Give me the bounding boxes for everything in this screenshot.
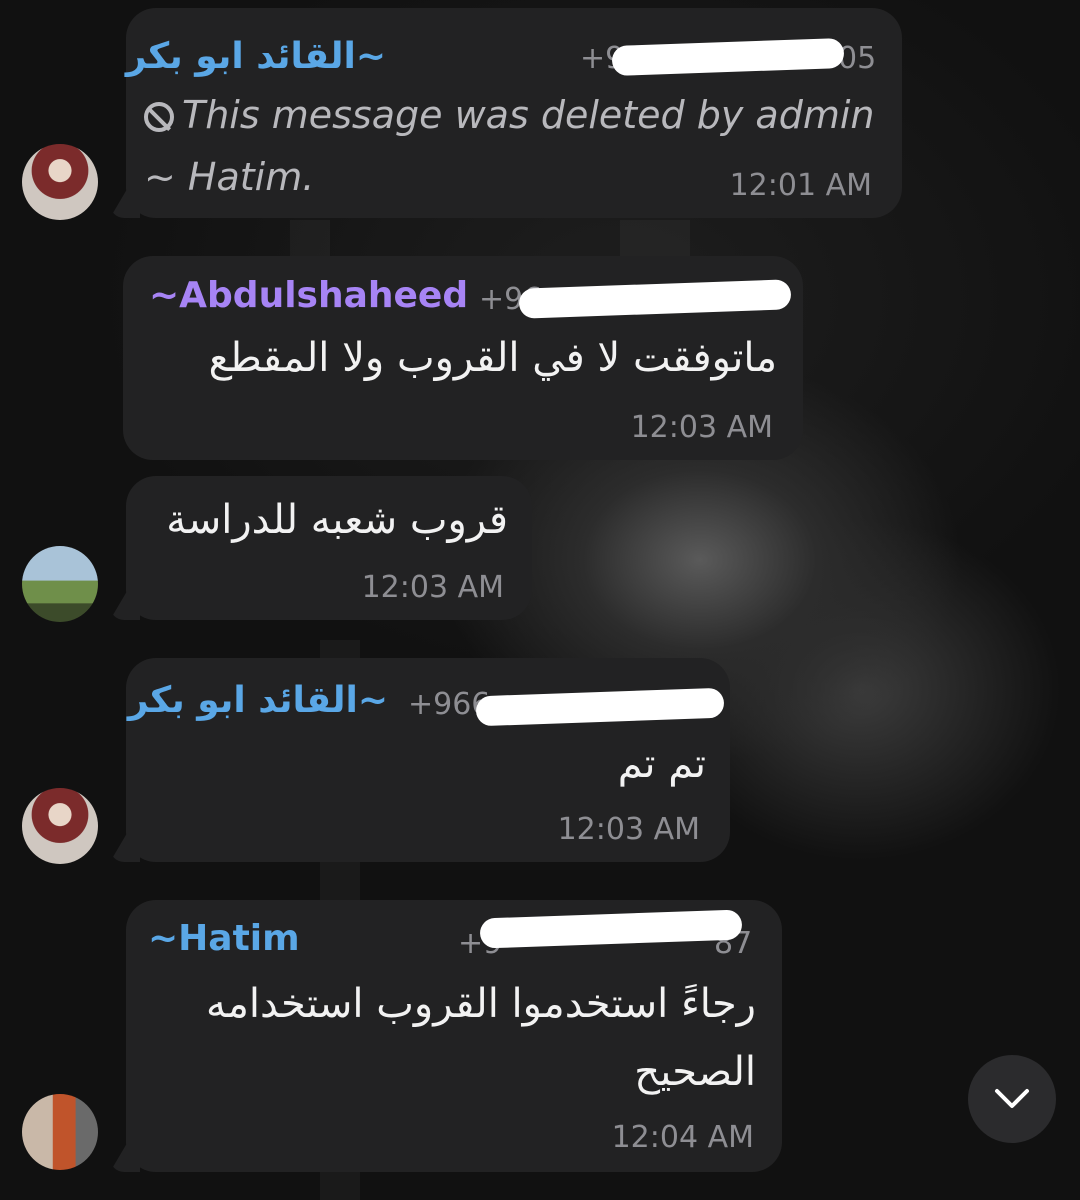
message-bubble[interactable]: ~القائد ابو بكر +966 تم تم 12:03 AM [110,658,730,862]
deleted-by: ~ Hatim. [144,155,315,199]
avatar[interactable] [22,1094,98,1170]
sender-name[interactable]: ~القائد ابو بكر [128,680,388,721]
message-bubble[interactable]: ~Abdulshaheed +96 ماتوفقت لا في القروب و… [123,256,803,460]
message-bubble[interactable]: ~Hatim +9 87 رجاءً استخدموا القروب استخد… [110,900,782,1172]
sender-name[interactable]: ~Hatim [148,918,300,959]
chat-view: ~القائد ابو بكر +96 05 This message was … [0,0,1080,1200]
message-time: 12:03 AM [361,570,504,605]
redaction-mark [479,909,743,949]
message-time: 12:01 AM [729,168,872,203]
message-time: 12:04 AM [611,1120,754,1155]
message-time: 12:03 AM [630,410,773,445]
message-bubble-deleted[interactable]: ~القائد ابو بكر +96 05 This message was … [110,8,902,218]
message-text: ماتوفقت لا في القروب ولا المقطع [208,335,777,381]
redaction-mark [611,37,845,77]
deleted-notice: This message was deleted by admin [182,93,875,137]
message-bubble[interactable]: قروب شعبه للدراسة 12:03 AM [110,476,532,620]
ban-icon [144,102,174,132]
bubble-tail [110,834,140,862]
sender-name[interactable]: ~Abdulshaheed [149,275,468,316]
chevron-down-icon [995,1089,1029,1108]
bubble-tail [110,190,140,218]
message-text: رجاءً استخدموا القروب استخدامه [206,981,756,1027]
message-text-line2: الصحيح [634,1049,756,1095]
avatar[interactable] [22,144,98,220]
sender-phone-end: 05 [838,41,877,76]
message-time: 12:03 AM [557,812,700,847]
redaction-mark [518,279,792,319]
avatar[interactable] [22,788,98,864]
bubble-tail [110,1144,140,1172]
message-text: قروب شعبه للدراسة [166,497,508,543]
avatar[interactable] [22,546,98,622]
scroll-to-bottom-button[interactable] [968,1055,1056,1143]
sender-name[interactable]: ~القائد ابو بكر [126,36,386,77]
bubble-tail [110,592,140,620]
redaction-mark [475,687,725,727]
message-text: تم تم [617,741,706,787]
